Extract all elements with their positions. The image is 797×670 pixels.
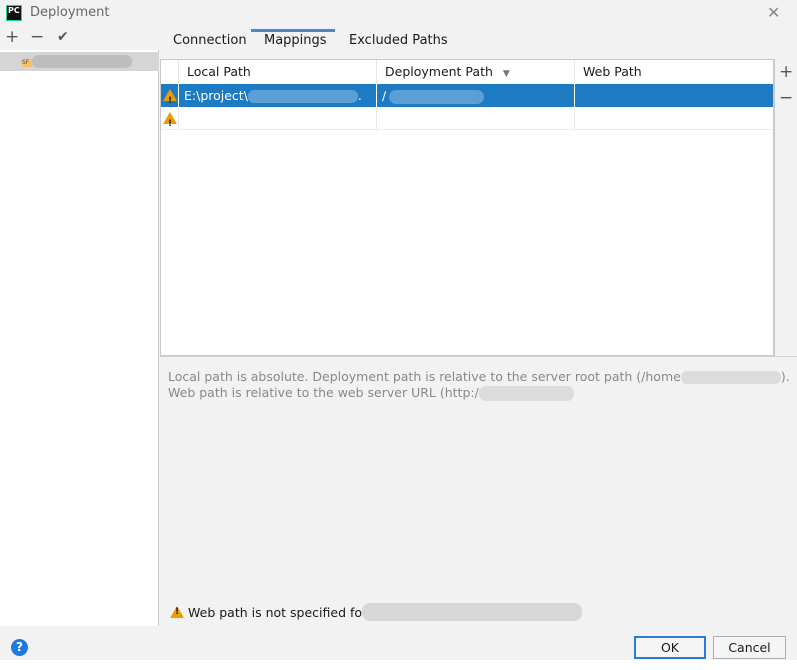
redacted-text	[362, 603, 582, 621]
window-title: Deployment	[30, 5, 110, 20]
column-header-web-path[interactable]: Web Path	[575, 60, 773, 84]
tab-connection[interactable]: Connection	[173, 33, 247, 48]
redacted-text	[680, 371, 781, 384]
add-server-button[interactable]: +	[5, 28, 19, 46]
set-default-button[interactable]: ✔	[57, 28, 69, 46]
divider	[774, 59, 775, 356]
info-line-1: Local path is absolute. Deployment path …	[168, 369, 790, 384]
warning-icon	[163, 112, 177, 136]
remove-mapping-button[interactable]: −	[779, 88, 793, 108]
table-row[interactable]	[161, 107, 773, 136]
info-text: ).	[780, 369, 790, 384]
left-toolbar	[0, 26, 159, 50]
divider	[160, 356, 797, 357]
mappings-table: Local Path Deployment Path ▼ Web Path E:…	[160, 59, 774, 356]
table-row[interactable]: E:\project\. /	[161, 84, 773, 113]
redacted-path	[247, 90, 358, 103]
server-item[interactable]: SF	[0, 52, 159, 71]
column-header-deployment-path[interactable]: Deployment Path ▼	[377, 60, 575, 84]
server-name-redacted	[32, 55, 132, 68]
status-cell	[161, 84, 179, 113]
warning-icon	[170, 606, 184, 618]
title-bar: PC Deployment ✕	[0, 0, 797, 26]
status-cell	[161, 107, 179, 136]
help-icon[interactable]: ?	[11, 639, 28, 656]
tab-mappings[interactable]: Mappings	[264, 33, 327, 48]
info-text: Web path is relative to the web server U…	[168, 385, 479, 400]
deployment-path-value: /	[382, 88, 387, 103]
column-header-status	[161, 60, 179, 84]
sftp-server-icon: SF	[22, 59, 32, 67]
warning-icon	[163, 89, 177, 113]
web-path-cell[interactable]	[575, 107, 773, 130]
sort-descending-icon: ▼	[502, 69, 510, 79]
add-mapping-button[interactable]: +	[779, 62, 793, 82]
warning-text: Web path is not specified for	[188, 605, 368, 620]
active-tab-indicator	[251, 29, 335, 32]
redacted-path	[389, 89, 485, 104]
local-path-suffix: .	[357, 88, 362, 103]
column-header-local-path[interactable]: Local Path	[179, 60, 377, 84]
server-list: SF	[0, 50, 159, 626]
info-line-2: Web path is relative to the web server U…	[168, 385, 574, 401]
pycharm-logo-icon: PC	[6, 5, 22, 21]
local-path-cell[interactable]	[179, 107, 377, 130]
close-icon[interactable]: ✕	[767, 3, 780, 22]
local-path-cell[interactable]: E:\project\.	[179, 84, 377, 107]
deployment-path-cell[interactable]: /	[377, 84, 575, 107]
background-window-strip	[0, 660, 797, 670]
web-path-cell[interactable]	[575, 84, 773, 107]
remove-server-button[interactable]: −	[30, 28, 44, 46]
redacted-text	[478, 386, 574, 401]
ok-button[interactable]: OK	[634, 636, 706, 659]
cancel-button[interactable]: Cancel	[713, 636, 786, 659]
info-text: Local path is absolute. Deployment path …	[168, 369, 681, 384]
deployment-path-cell[interactable]	[377, 107, 575, 130]
local-path-value: E:\project\	[184, 88, 248, 103]
column-label: Deployment Path	[385, 64, 493, 79]
tab-excluded-paths[interactable]: Excluded Paths	[349, 33, 448, 48]
